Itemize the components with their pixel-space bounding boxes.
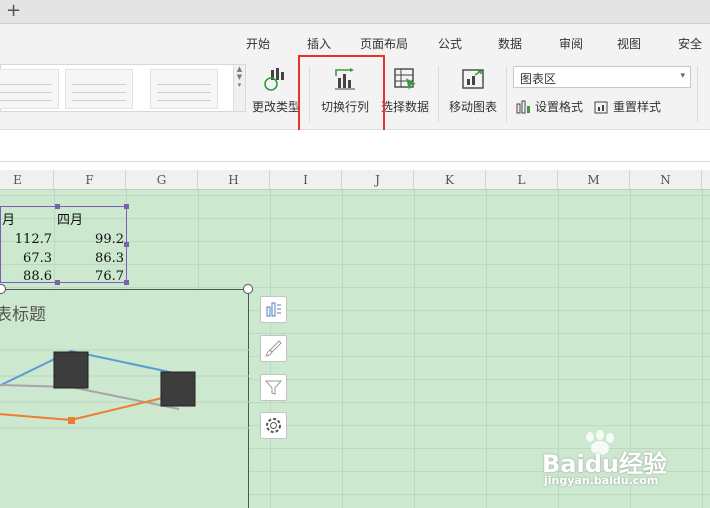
range-handle[interactable] <box>124 242 129 247</box>
menu-review[interactable]: 审阅 <box>559 35 583 52</box>
select-data-label: 选择数据 <box>380 100 429 114</box>
menu-data[interactable]: 数据 <box>498 35 522 52</box>
menu-formulas[interactable]: 公式 <box>438 35 462 52</box>
series-line-gray <box>0 384 180 410</box>
column-header[interactable]: K <box>414 170 486 190</box>
column-header[interactable]: F <box>54 170 126 190</box>
data-range[interactable]: 月 四月 112.7 99.2 67.3 86.3 88.6 76.7 <box>0 204 129 285</box>
data-cell[interactable]: 86.3 <box>95 251 124 266</box>
reset-icon <box>594 101 608 114</box>
menu-view[interactable]: 视图 <box>617 35 641 52</box>
change-chart-type-icon <box>264 68 284 91</box>
reset-style-button[interactable]: 重置样式 <box>594 98 661 115</box>
title-bar: + <box>0 0 710 24</box>
reset-style-label: 重置样式 <box>613 100 662 114</box>
column-headers: E F G H I J K L M N <box>0 170 710 190</box>
brush-icon <box>265 340 282 357</box>
menu-page-layout[interactable]: 页面布局 <box>360 35 408 52</box>
series-point <box>68 417 75 424</box>
chart-style-thumb[interactable] <box>0 69 59 109</box>
range-handle[interactable] <box>55 280 60 285</box>
chart-style-thumb[interactable] <box>65 69 133 109</box>
menu-insert[interactable]: 插入 <box>307 35 331 52</box>
new-tab-plus-icon[interactable]: + <box>6 0 21 22</box>
column-header[interactable]: I <box>270 170 342 190</box>
data-point-selection <box>160 371 196 407</box>
chart-elements-button[interactable] <box>260 296 287 323</box>
select-data-button[interactable]: 选择数据 <box>380 66 430 116</box>
series-line-blue <box>0 349 180 387</box>
series-line-orange <box>0 393 180 422</box>
range-handle[interactable] <box>55 204 60 209</box>
range-handle[interactable] <box>124 204 129 209</box>
set-format-button[interactable]: 设置格式 <box>516 98 583 115</box>
filter-icon <box>264 380 283 395</box>
set-format-label: 设置格式 <box>535 100 584 114</box>
resize-handle[interactable] <box>243 284 253 294</box>
gallery-scroll[interactable]: ▲ ▼ ▾ <box>233 65 245 111</box>
data-cell[interactable]: 67.3 <box>23 251 52 266</box>
menu-home[interactable]: 开始 <box>246 35 270 52</box>
data-point-selection <box>53 351 89 389</box>
column-header[interactable]: L <box>486 170 558 190</box>
chevron-down-icon: ▾ <box>680 71 685 81</box>
range-handle[interactable] <box>124 280 129 285</box>
move-chart-icon <box>462 69 484 89</box>
chart-element-select[interactable]: 图表区 ▾ <box>513 66 691 88</box>
column-header[interactable]: J <box>342 170 414 190</box>
move-chart-button[interactable]: 移动图表 <box>447 66 499 116</box>
chart-settings-button[interactable] <box>260 412 287 439</box>
column-header[interactable]: N <box>630 170 702 190</box>
header-cell[interactable]: 月 <box>2 209 15 228</box>
column-header[interactable]: M <box>558 170 630 190</box>
data-cell[interactable]: 76.7 <box>95 269 124 284</box>
menu-security[interactable]: 安全 <box>678 35 702 52</box>
chart-area[interactable]: 表标题 <box>0 284 253 508</box>
chart-style-thumb[interactable] <box>150 69 218 109</box>
data-cell[interactable]: 99.2 <box>95 232 124 247</box>
column-header[interactable]: E <box>0 170 54 190</box>
chart-plot <box>0 349 249 429</box>
chart-style-gallery[interactable]: ▲ ▼ ▾ <box>0 64 246 112</box>
gear-icon <box>266 418 281 433</box>
highlight-box <box>298 55 385 141</box>
chart-elements-icon <box>266 302 281 317</box>
chart-style-button[interactable] <box>260 335 287 362</box>
column-header[interactable]: G <box>126 170 198 190</box>
format-icon <box>516 100 530 114</box>
column-header[interactable]: H <box>198 170 270 190</box>
formula-bar[interactable] <box>0 130 710 162</box>
change-type-label: 更改类型 <box>251 100 300 114</box>
data-cell[interactable]: 112.7 <box>15 232 52 247</box>
change-type-button[interactable]: 更改类型 <box>251 66 301 116</box>
watermark: Baidu经验 jingyan.baidu.com <box>540 430 700 496</box>
data-cell[interactable]: 88.6 <box>23 269 52 284</box>
header-cell[interactable]: 四月 <box>57 209 83 228</box>
watermark-url: jingyan.baidu.com <box>544 474 659 487</box>
chart-filter-button[interactable] <box>260 374 287 401</box>
select-data-icon <box>394 68 416 90</box>
move-chart-label: 移动图表 <box>448 100 497 114</box>
chart-element-value: 图表区 <box>520 72 557 86</box>
